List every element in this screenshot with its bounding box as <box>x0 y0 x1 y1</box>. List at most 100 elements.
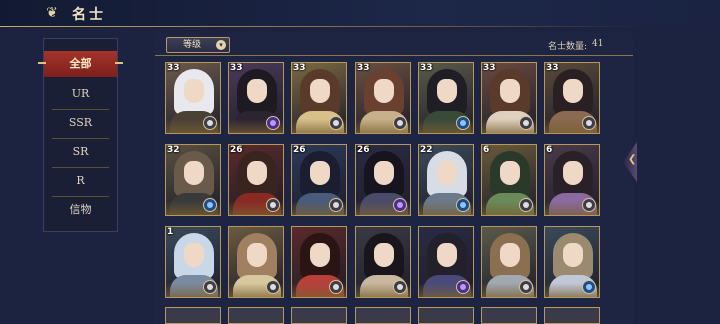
card-level: 33 <box>167 63 180 73</box>
character-card[interactable]: 32 <box>165 144 221 216</box>
return-swirl-icon[interactable]: ❦ <box>42 5 62 21</box>
portrait-face <box>310 161 330 185</box>
rarity-badge-icon <box>266 280 280 294</box>
portrait-face <box>563 161 583 185</box>
portrait-face <box>310 79 330 103</box>
portrait-face <box>374 79 394 103</box>
character-card[interactable]: 22 <box>418 144 474 216</box>
header-bar <box>0 0 720 26</box>
character-card[interactable]: 6 <box>481 144 537 216</box>
menu-item-ur[interactable]: UR <box>44 81 117 107</box>
portrait-face <box>374 161 394 185</box>
character-card[interactable]: 26 <box>355 144 411 216</box>
menu-item-r[interactable]: R <box>44 168 117 194</box>
character-card[interactable]: 33 <box>165 62 221 134</box>
character-card[interactable] <box>291 226 347 298</box>
portrait-face <box>500 79 520 103</box>
character-card[interactable] <box>228 226 284 298</box>
character-card-partial[interactable] <box>165 307 221 324</box>
character-card[interactable]: 26 <box>228 144 284 216</box>
character-card-partial[interactable] <box>544 307 600 324</box>
rarity-badge-icon <box>203 198 217 212</box>
portrait-face <box>247 161 267 185</box>
character-card[interactable]: 33 <box>481 62 537 134</box>
portrait-face <box>563 243 583 267</box>
portrait-face <box>374 243 394 267</box>
card-level: 26 <box>293 145 306 155</box>
character-card-partial[interactable] <box>291 307 347 324</box>
rarity-badge-icon <box>519 280 533 294</box>
character-card[interactable]: 33 <box>418 62 474 134</box>
chevron-left-icon: ❮ <box>628 154 637 165</box>
card-level: 32 <box>167 145 180 155</box>
character-card[interactable]: 33 <box>544 62 600 134</box>
chevron-down-icon: ▾ <box>216 40 226 50</box>
character-card-partial[interactable] <box>355 307 411 324</box>
rarity-badge-icon <box>203 116 217 130</box>
card-level: 33 <box>420 63 433 73</box>
menu-item-sr[interactable]: SR <box>44 139 117 165</box>
rarity-badge-icon <box>456 116 470 130</box>
menu-item-label: SSR <box>68 116 93 129</box>
count-value: 41 <box>592 39 604 49</box>
count-label: 名士数量: <box>548 42 588 52</box>
portrait-face <box>184 243 204 267</box>
portrait-face <box>184 161 204 185</box>
rarity-badge-icon <box>456 280 470 294</box>
menu-item-token[interactable]: 信物 <box>44 197 117 223</box>
rarity-badge-icon <box>266 116 280 130</box>
character-card[interactable]: 6 <box>544 144 600 216</box>
card-level: 26 <box>357 145 370 155</box>
portrait-face <box>437 243 457 267</box>
portrait-face <box>437 79 457 103</box>
portrait-face <box>500 161 520 185</box>
rarity-badge-icon <box>519 116 533 130</box>
rarity-badge-icon <box>329 116 343 130</box>
character-card-partial[interactable] <box>418 307 474 324</box>
card-level: 33 <box>230 63 243 73</box>
menu-item-all[interactable]: 全部 <box>38 51 123 77</box>
sort-label: 等级 <box>183 40 202 50</box>
sort-dropdown[interactable]: 等级 ▾ <box>166 37 230 53</box>
character-card-partial[interactable] <box>228 307 284 324</box>
page-title: 名士 <box>72 7 106 23</box>
card-level: 26 <box>230 145 243 155</box>
character-card[interactable]: 33 <box>355 62 411 134</box>
menu-item-label: R <box>76 174 85 187</box>
character-card[interactable]: 1 <box>165 226 221 298</box>
portrait-face <box>563 79 583 103</box>
card-level: 6 <box>483 145 490 155</box>
portrait-face <box>310 243 330 267</box>
rarity-badge-icon <box>266 198 280 212</box>
rarity-badge-icon <box>519 198 533 212</box>
header-divider <box>0 26 640 27</box>
rarity-badge-icon <box>329 280 343 294</box>
rarity-badge-icon <box>203 280 217 294</box>
rarity-badge-icon <box>393 280 407 294</box>
character-card[interactable] <box>544 226 600 298</box>
rarity-badge-icon <box>393 116 407 130</box>
menu-item-ssr[interactable]: SSR <box>44 110 117 136</box>
active-left-ornament <box>38 62 46 64</box>
character-card[interactable] <box>355 226 411 298</box>
character-card[interactable]: 33 <box>228 62 284 134</box>
menu-item-label: 全部 <box>69 57 92 70</box>
character-card-partial[interactable] <box>481 307 537 324</box>
menu-item-label: UR <box>71 87 90 100</box>
portrait-face <box>437 161 457 185</box>
rarity-badge-icon <box>582 280 596 294</box>
rarity-badge-icon <box>582 198 596 212</box>
rarity-badge-icon <box>393 198 407 212</box>
portrait-face <box>247 79 267 103</box>
character-card[interactable]: 26 <box>291 144 347 216</box>
panel-header-divider <box>155 55 633 56</box>
portrait-face <box>184 79 204 103</box>
character-card[interactable] <box>481 226 537 298</box>
card-level: 22 <box>420 145 433 155</box>
card-level: 6 <box>546 145 553 155</box>
rarity-badge-icon <box>329 198 343 212</box>
character-card[interactable]: 33 <box>291 62 347 134</box>
menu-item-label: 信物 <box>69 203 92 216</box>
character-card[interactable] <box>418 226 474 298</box>
card-level: 1 <box>167 227 174 237</box>
